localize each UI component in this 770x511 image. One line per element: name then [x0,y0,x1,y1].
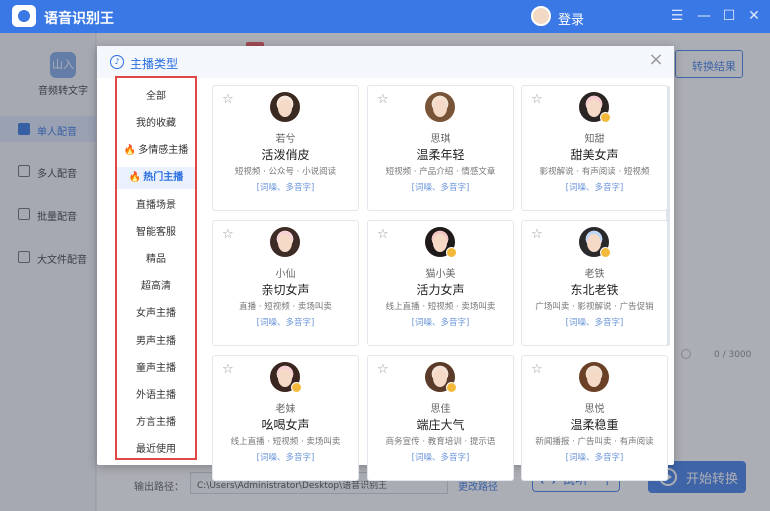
category-multi-emotion[interactable]: 🔥 多情感主播 [117,140,195,162]
anchor-tags: 商务宣传 · 教育培训 · 提示语 [385,437,496,447]
dialog-header: ♪ 主播类型 × [97,46,674,78]
anchor-nickname: 思佳 [430,404,451,415]
app-logo-icon [12,5,36,27]
user-avatar[interactable] [531,6,551,26]
anchor-nickname: 老妹 [275,404,296,415]
anchor-card[interactable]: ☆ 思悦温柔稳重新闻播报 · 广告叫卖 · 有声阅读 [词噪、多音字] [521,355,668,481]
anchor-style: 温柔年轻 [416,148,465,162]
category-list: 全部 我的收藏 🔥 多情感主播 🔥 热门主播 直播场景 智能客服 精品 超高清 女声… [115,76,197,460]
title-bar: 语音识别王 登录 ☰ — ☐ ✕ [0,0,770,33]
category-child[interactable]: 童声主播 [117,358,195,380]
favorite-star-icon[interactable]: ☆ [222,92,234,107]
anchor-style: 吆喝女声 [261,418,310,432]
anchor-card[interactable]: ☆ 老妹吆喝女声线上直播 · 短视频 · 卖场叫卖 [词噪、多音字] [212,355,359,481]
anchor-card[interactable]: ☆ 知甜甜美女声影视解说 · 有声阅读 · 短视频 [词噪、多音字] [521,85,668,211]
category-foreign[interactable]: 外语主播 [117,385,195,407]
anchor-features: [词噪、多音字] [411,453,470,463]
anchor-tags: 短视频 · 公众号 · 小说阅读 [234,167,337,177]
minimize-icon[interactable]: — [694,6,714,26]
anchor-style: 甜美女声 [570,148,619,162]
anchor-type-dialog: ♪ 主播类型 × 全部 我的收藏 🔥 多情感主播 🔥 热门主播 直播场景 智能客服 … [97,46,674,481]
anchor-avatar [579,362,609,392]
close-dialog-icon[interactable]: × [648,51,664,69]
category-premium[interactable]: 精品 [117,249,195,271]
anchor-style: 活力女声 [416,283,465,297]
anchor-card[interactable]: ☆ 小仙亲切女声直播 · 短视频 · 卖场叫卖 [词噪、多音字] [212,220,359,346]
premium-badge-icon [600,112,611,123]
premium-badge-icon [600,247,611,258]
anchor-features: [词噪、多音字] [411,318,470,328]
anchor-features: [词噪、多音字] [411,183,470,193]
anchor-tags: 短视频 · 产品介绍 · 情感文章 [385,167,496,177]
anchor-tags: 线上直播 · 短视频 · 卖场叫卖 [385,302,496,312]
anchor-nickname: 知甜 [584,134,605,145]
anchor-style: 东北老铁 [570,283,619,297]
close-window-icon[interactable]: ✕ [744,6,764,26]
anchor-nickname: 思悦 [584,404,605,415]
anchor-card[interactable]: ☆ 猫小美活力女声线上直播 · 短视频 · 卖场叫卖 [词噪、多音字] [367,220,514,346]
anchor-nickname: 若兮 [275,134,296,145]
anchor-tags: 广场叫卖 · 影视解说 · 广告促销 [535,302,654,312]
favorite-star-icon[interactable]: ☆ [531,227,543,242]
music-note-icon: ♪ [110,55,124,69]
category-dialect[interactable]: 方言主播 [117,412,195,434]
anchor-features: [词噪、多音字] [565,318,624,328]
anchor-tags: 线上直播 · 短视频 · 卖场叫卖 [230,437,341,447]
maximize-icon[interactable]: ☐ [719,6,739,26]
fire-icon: 🔥 [123,145,137,156]
anchor-card[interactable]: ☆ 老铁东北老铁广场叫卖 · 影视解说 · 广告促销 [词噪、多音字] [521,220,668,346]
category-live-scene[interactable]: 直播场景 [117,195,195,217]
anchor-nickname: 思琪 [430,134,451,145]
category-ultra-hd[interactable]: 超高清 [117,276,195,298]
favorite-star-icon[interactable]: ☆ [377,362,389,377]
anchor-tags: 新闻播报 · 广告叫卖 · 有声阅读 [535,437,654,447]
favorite-star-icon[interactable]: ☆ [531,92,543,107]
premium-badge-icon [446,247,457,258]
premium-badge-icon [291,382,302,393]
app-title: 语音识别王 [44,11,114,27]
anchor-card[interactable]: ☆ 思佳端庄大气商务宣传 · 教育培训 · 提示语 [词噪、多音字] [367,355,514,481]
anchor-card[interactable]: ☆ 思琪温柔年轻短视频 · 产品介绍 · 情感文章 [词噪、多音字] [367,85,514,211]
anchor-nickname: 老铁 [584,269,605,280]
anchor-card[interactable]: ☆ 若兮活泼俏皮短视频 · 公众号 · 小说阅读 [词噪、多音字] [212,85,359,211]
category-female[interactable]: 女声主播 [117,303,195,325]
anchor-nickname: 猫小美 [425,269,456,280]
anchor-features: [词噪、多音字] [256,183,315,193]
menu-icon[interactable]: ☰ [667,6,687,26]
anchor-style: 端庄大气 [416,418,465,432]
login-link[interactable]: 登录 [558,9,584,28]
category-smart-service[interactable]: 智能客服 [117,222,195,244]
anchor-features: [词噪、多音字] [565,183,624,193]
category-all[interactable]: 全部 [117,86,195,108]
anchor-avatar [270,92,300,122]
anchor-style: 活泼俏皮 [261,148,310,162]
anchor-avatar [425,92,455,122]
fire-icon: 🔥 [128,172,142,183]
favorite-star-icon[interactable]: ☆ [222,227,234,242]
favorite-star-icon[interactable]: ☆ [377,92,389,107]
premium-badge-icon [446,382,457,393]
favorite-star-icon[interactable]: ☆ [377,227,389,242]
category-favorites[interactable]: 我的收藏 [117,113,195,135]
anchor-avatar [270,227,300,257]
anchor-tags: 直播 · 短视频 · 卖场叫卖 [239,302,332,312]
anchor-features: [词噪、多音字] [565,453,624,463]
category-recent[interactable]: 最近使用 [117,439,195,461]
anchor-tags: 影视解说 · 有声阅读 · 短视频 [539,167,650,177]
category-male[interactable]: 男声主播 [117,331,195,353]
favorite-star-icon[interactable]: ☆ [531,362,543,377]
anchor-features: [词噪、多音字] [256,453,315,463]
anchor-features: [词噪、多音字] [256,318,315,328]
favorite-star-icon[interactable]: ☆ [222,362,234,377]
dialog-title: 主播类型 [130,57,179,71]
anchor-nickname: 小仙 [275,269,296,280]
anchor-style: 亲切女声 [261,283,310,297]
anchor-style: 温柔稳重 [570,418,619,432]
category-hot[interactable]: 🔥 热门主播 [117,167,195,189]
